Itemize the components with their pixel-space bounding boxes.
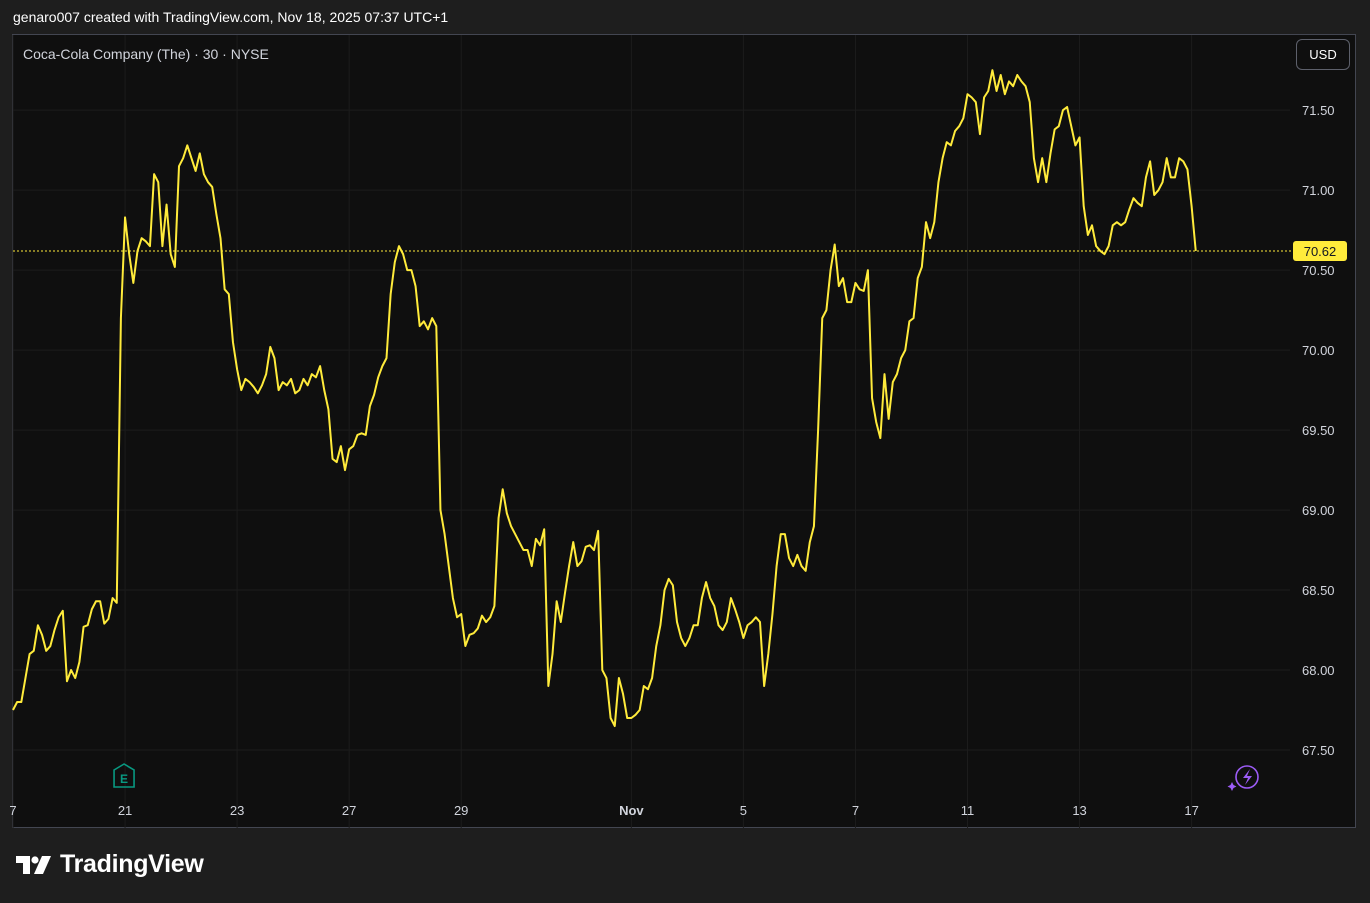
y-tick-label: 68.00 [1302,663,1335,678]
y-tick-label: 70.50 [1302,263,1335,278]
x-tick-label: 7 [852,803,859,818]
earnings-marker-label: E [120,772,128,786]
alert-sparkle [1227,782,1237,791]
x-tick-label: 27 [342,803,356,818]
y-tick-label: 71.50 [1302,103,1335,118]
x-tick-label: 17 [1184,803,1198,818]
x-tick-label: 13 [1072,803,1086,818]
price-chart[interactable]: 67.50 68.00 68.50 69.00 69.50 70.00 70.50 71.00… [0,0,1370,903]
x-tick-label: 23 [230,803,244,818]
brand-name: TradingView [60,850,204,878]
y-tick-label: 67.50 [1302,743,1335,758]
x-tick-label: 11 [961,803,975,818]
price-series-line [12,69,1197,728]
y-tick-label: 70.00 [1302,343,1335,358]
alert-bolt [1243,769,1252,785]
y-axis-ticks: 67.50 68.00 68.50 69.00 69.50 70.00 70.50 71.00… [1302,103,1335,758]
x-tick-label: 29 [454,803,468,818]
tradingview-logo-icon [16,855,51,874]
symbol-title: Coca-Cola Company (The) · 30 · NYSE [23,46,269,62]
y-tick-label: 69.50 [1302,423,1335,438]
last-price-label: 70.62 [1293,240,1347,261]
x-tick-label: 21 [118,803,132,818]
tradingview-logo[interactable]: TradingView [14,850,204,879]
x-tick-label: 5 [740,803,747,818]
last-price-value: 70.62 [1304,244,1337,259]
grid-lines [12,35,1290,828]
currency-button[interactable]: USD [1296,39,1350,70]
y-tick-label: 68.50 [1302,583,1335,598]
x-axis-ticks: 7 21 23 27 29 Nov 5 7 11 13 17 [9,803,1198,818]
y-tick-label: 69.00 [1302,503,1335,518]
x-tick-label: 7 [9,803,16,818]
y-tick-label: 71.00 [1302,183,1335,198]
x-tick-label: Nov [619,803,644,818]
lightning-icon[interactable] [1227,765,1259,791]
earnings-marker-icon[interactable]: E [113,763,135,788]
